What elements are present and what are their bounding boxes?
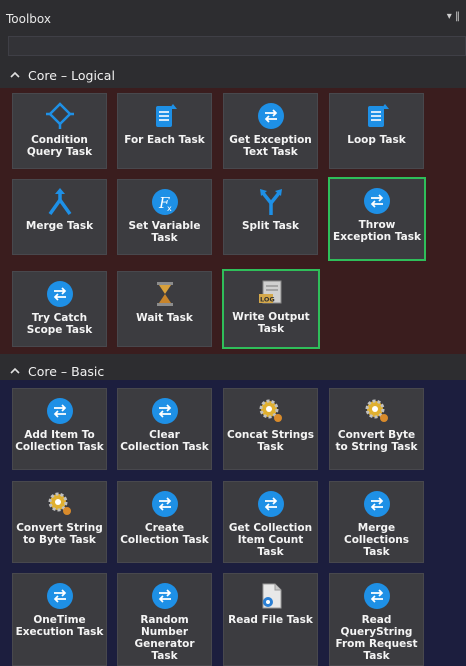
tile-convert-byte-to-string-task[interactable]: Convert Byte to String Task <box>329 388 424 470</box>
tile-label: Throw Exception Task <box>333 219 421 243</box>
tile-write-output-task[interactable]: LOG Write Output Task <box>222 269 320 349</box>
tile-label: Concat Strings Task <box>227 429 314 453</box>
exchange-icon <box>46 281 73 307</box>
file-icon <box>262 583 281 609</box>
tile-label: Merge Task <box>25 220 94 232</box>
chevron-up-icon <box>10 367 20 374</box>
tile-condition-query-task[interactable]: Condition Query Task <box>12 93 107 169</box>
tile-convert-string-to-byte-task[interactable]: Convert String to Byte Task <box>12 481 107 563</box>
dropdown-pin-icon[interactable]: ▾ ‖ <box>447 11 460 22</box>
toolbox-search-input[interactable] <box>8 36 466 56</box>
tile-label: Set Variable Task <box>128 220 201 244</box>
gear-icon <box>259 399 282 422</box>
exchange-icon <box>363 491 390 517</box>
toolbox-titlebar: Toolbox ▾ ‖ <box>0 0 466 36</box>
tile-label: Read File Task <box>228 614 313 626</box>
tile-label: Convert String to Byte Task <box>16 522 103 546</box>
tile-label: Get Exception Text Task <box>229 134 312 158</box>
exchange-icon <box>257 103 284 129</box>
exchange-icon <box>364 188 390 214</box>
section-label: Core – Basic <box>28 364 105 379</box>
tile-merge-collections-task[interactable]: Merge Collections Task <box>329 481 424 563</box>
tile-label: Split Task <box>241 220 300 232</box>
gear-icon <box>365 399 388 422</box>
tile-label: Write Output Task <box>232 311 310 335</box>
split-icon <box>259 189 282 215</box>
tile-label: For Each Task <box>124 134 205 146</box>
tile-label: OneTime Execution Task <box>15 614 104 638</box>
section-label: Core – Logical <box>28 68 115 83</box>
exchange-icon <box>46 398 73 424</box>
exchange-icon <box>257 491 284 517</box>
chevron-up-icon <box>10 71 20 78</box>
hourglass-icon <box>156 282 173 306</box>
exchange-icon <box>46 583 73 609</box>
svg-text:LOG: LOG <box>260 296 275 304</box>
loop-icon <box>367 104 389 127</box>
tile-label: Read QueryString From Request Task <box>335 614 418 662</box>
variable-icon: F x <box>151 189 178 215</box>
tile-label: Clear Collection Task <box>120 429 209 453</box>
log-icon: LOG <box>259 280 282 304</box>
tile-label: Condition Query Task <box>26 134 93 158</box>
exchange-icon <box>151 583 178 609</box>
tile-get-exception-text-task[interactable]: Get Exception Text Task <box>223 93 318 169</box>
exchange-icon <box>363 583 390 609</box>
tile-label: Convert Byte to String Task <box>335 429 418 453</box>
tile-onetime-execution-task[interactable]: OneTime Execution Task <box>12 573 107 666</box>
tile-add-item-to-collection-task[interactable]: Add Item To Collection Task <box>12 388 107 470</box>
tile-try-catch-scope-task[interactable]: Try Catch Scope Task <box>12 271 107 347</box>
section-panel-core-basic: Add Item To Collection Task Clear Collec… <box>0 380 466 666</box>
tile-concat-strings-task[interactable]: Concat Strings Task <box>223 388 318 470</box>
tile-label: Create Collection Task <box>120 522 209 546</box>
tile-for-each-task[interactable]: For Each Task <box>117 93 212 169</box>
tile-loop-task[interactable]: Loop Task <box>329 93 424 169</box>
tile-throw-exception-task[interactable]: Throw Exception Task <box>328 177 426 261</box>
foreach-icon <box>155 104 177 127</box>
tile-merge-task[interactable]: Merge Task <box>12 179 107 255</box>
tile-clear-collection-task[interactable]: Clear Collection Task <box>117 388 212 470</box>
exchange-icon <box>151 491 178 517</box>
condition-icon <box>45 102 74 129</box>
merge-icon <box>48 188 71 216</box>
tile-read-querystring-from-request-task[interactable]: Read QueryString From Request Task <box>329 573 424 666</box>
tile-split-task[interactable]: Split Task <box>223 179 318 255</box>
tile-create-collection-task[interactable]: Create Collection Task <box>117 481 212 563</box>
tile-label: Merge Collections Task <box>343 522 410 558</box>
tile-label: Random Number Generator Task <box>134 614 195 662</box>
gear-icon <box>48 492 71 515</box>
window-title: Toolbox <box>6 12 51 26</box>
tile-label: Get Collection Item Count Task <box>228 522 313 558</box>
tile-label: Add Item To Collection Task <box>15 429 104 453</box>
svg-text:x: x <box>167 204 172 213</box>
tile-random-number-generator-task[interactable]: Random Number Generator Task <box>117 573 212 666</box>
section-header-core-logical[interactable]: Core – Logical <box>0 62 466 88</box>
tile-read-file-task[interactable]: Read File Task <box>223 573 318 666</box>
tile-label: Wait Task <box>136 312 193 324</box>
tile-wait-task[interactable]: Wait Task <box>117 271 212 347</box>
tile-label: Try Catch Scope Task <box>26 312 93 336</box>
tile-set-variable-task[interactable]: F x Set Variable Task <box>117 179 212 255</box>
tile-label: Loop Task <box>347 134 406 146</box>
exchange-icon <box>151 398 178 424</box>
section-panel-core-logical: Condition Query Task For Each Task Get E… <box>0 88 466 354</box>
tile-get-collection-item-count-task[interactable]: Get Collection Item Count Task <box>223 481 318 563</box>
